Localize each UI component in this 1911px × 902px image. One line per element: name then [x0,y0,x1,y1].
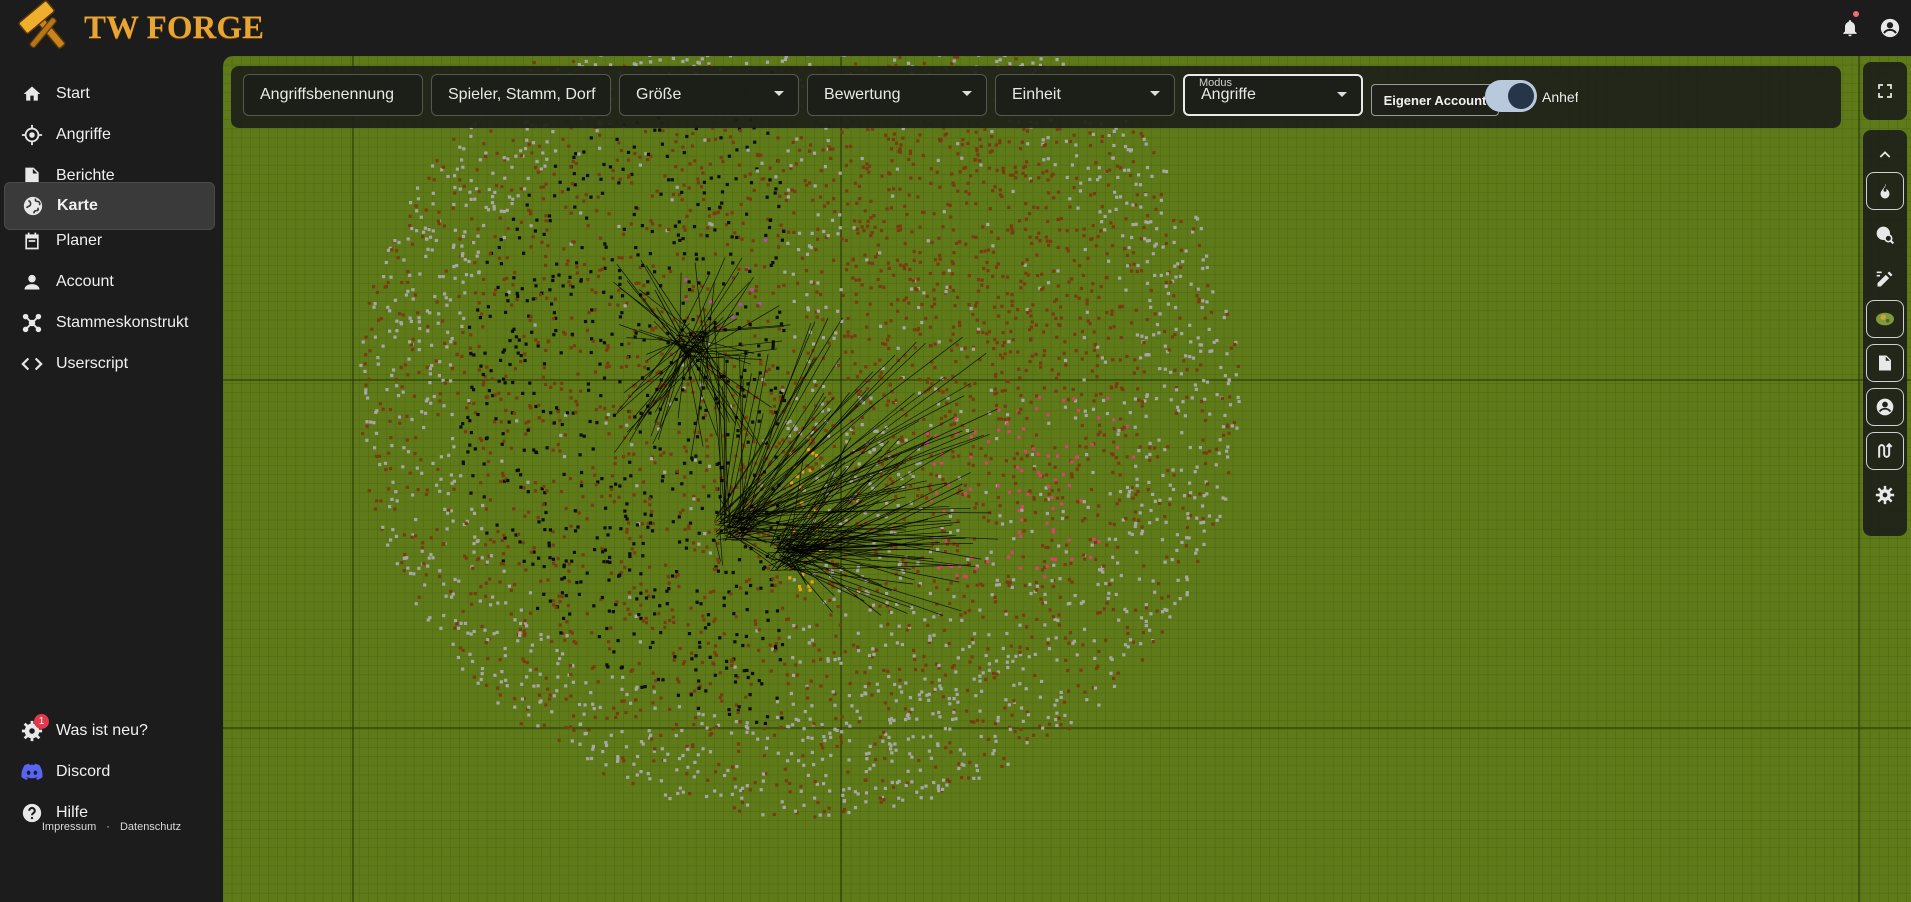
network-icon [21,312,43,334]
draw-tool[interactable] [1866,260,1904,298]
bell-icon[interactable] [1835,10,1865,46]
account-circle-icon [1876,398,1894,416]
map-thumbnail-icon [1876,312,1894,326]
fire-icon [1880,183,1890,199]
sidebar-item-label: Hilfe [56,804,89,821]
calendar-icon [21,230,43,252]
home-icon [21,83,43,105]
map-canvas[interactable] [223,56,1911,902]
sidebar-item-label: Planer [56,232,103,249]
discord-icon [21,761,43,783]
filter-bar: Angriffsbenennung Spieler, Stamm, Dorf G… [231,66,1841,128]
sidebar-item-label: Account [56,273,114,290]
sidebar-item-label: Was ist neu? [56,722,148,739]
sidebar-item-userscript[interactable]: Userscript [4,340,215,388]
datenschutz-link[interactable]: Datenschutz [120,821,181,833]
gear-news-icon: 1 [21,714,49,742]
top-bar: TW FORGE [0,0,1911,56]
heatmap-tool[interactable] [1866,172,1904,210]
map-tool-panel [1863,130,1907,536]
toggle-knob [1508,83,1534,109]
sidebar-item-label: Start [56,85,90,102]
minimap-tool[interactable] [1866,300,1904,338]
rating-select[interactable]: Bewertung [807,74,987,116]
reports-tool[interactable] [1866,344,1904,382]
map-villages [359,56,1241,819]
sidebar-item-label: Angriffe [56,126,111,143]
search-map-tool[interactable] [1866,216,1904,254]
fullscreen-button[interactable] [1863,62,1907,120]
collapse-tools-button[interactable] [1866,136,1904,174]
header-actions [1835,10,1911,46]
sidebar-item-label: Discord [56,763,111,780]
sidebar-item-label: Userscript [56,355,129,372]
globe-search-icon [1876,226,1895,245]
map-grid [223,56,1911,902]
mode-select[interactable]: Modus Angriffe [1183,74,1363,116]
crosshair-icon [21,124,43,146]
chevron-down-icon [774,91,784,96]
app-title: TW FORGE [84,9,265,46]
player-tribe-village-filter[interactable]: Spieler, Stamm, Dorf [431,74,611,116]
attack-name-filter[interactable]: Angriffsbenennung [243,74,423,116]
attack-lines [613,257,999,616]
notification-dot [1853,11,1859,17]
fullscreen-icon [1878,84,1892,98]
settings-tool[interactable] [1866,476,1904,514]
sidebar-item-label: Karte [57,197,98,214]
route-tool[interactable] [1866,432,1904,470]
footer-links: Impressum · Datenschutz [0,821,223,833]
unit-select[interactable]: Einheit [995,74,1175,116]
app-logo[interactable]: TW FORGE [16,0,264,56]
route-icon [1878,442,1893,458]
news-badge: 1 [34,714,49,729]
code-icon [21,353,43,375]
own-account-button[interactable]: Eigener Account [1371,84,1499,116]
pin-toggle[interactable] [1485,80,1537,112]
chevron-down-icon [962,91,972,96]
hammer-logo-icon [18,0,66,49]
impressum-link[interactable]: Impressum [42,821,96,833]
report-icon [1879,355,1891,371]
pin-label: Anheften [1542,89,1578,105]
account-circle-icon[interactable] [1875,10,1905,46]
person-icon [21,271,43,293]
sidebar: Start Angriffe Berichte Karte Planer Acc… [0,56,223,902]
world-map[interactable]: Angriffsbenennung Spieler, Stamm, Dorf G… [223,56,1911,902]
settings-icon [1875,485,1895,505]
globe-icon [22,195,44,217]
edit-area-icon [1876,271,1893,287]
chevron-up-icon [1879,151,1891,158]
size-select[interactable]: Größe [619,74,799,116]
account-tool[interactable] [1866,388,1904,426]
chevron-down-icon [1337,92,1347,97]
chevron-down-icon [1150,91,1160,96]
sidebar-item-label: Stammeskonstrukt [56,314,189,331]
mode-select-label: Modus [1199,77,1233,89]
footer-separator: · [106,821,110,833]
